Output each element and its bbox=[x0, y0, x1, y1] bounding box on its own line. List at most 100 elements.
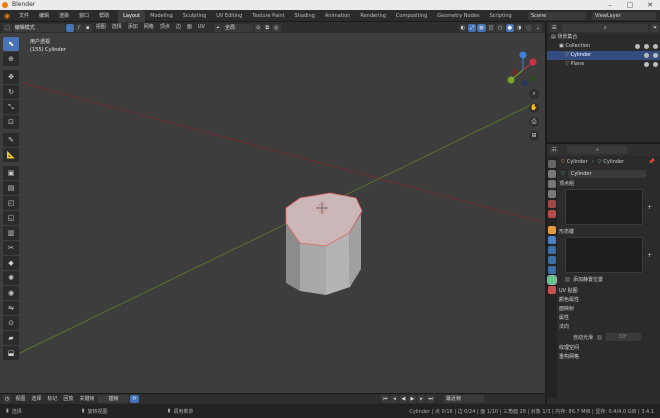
add-cube-tool-icon[interactable]: ▣ bbox=[3, 166, 19, 180]
mode-selector[interactable]: 编辑模式 bbox=[12, 23, 65, 32]
knife-tool-icon[interactable]: ✂ bbox=[3, 241, 19, 255]
constraints-tab-icon[interactable] bbox=[548, 266, 556, 274]
jump-start-icon[interactable]: ⏮ bbox=[380, 395, 390, 403]
zoom-icon[interactable]: ⌕ bbox=[529, 89, 539, 99]
tab-layout[interactable]: Layout bbox=[118, 9, 146, 22]
auto-smooth-angle-field[interactable]: 30° bbox=[605, 333, 642, 341]
show-gizmo-icon[interactable]: ⤢ bbox=[468, 23, 477, 32]
outliner-scene-collection[interactable]: ▤ 场景集合 bbox=[547, 33, 660, 42]
tab-rendering[interactable]: Rendering bbox=[355, 10, 391, 22]
section-texture-space[interactable]: 纹理空间 bbox=[547, 344, 660, 353]
tab-scripting[interactable]: Scripting bbox=[484, 10, 516, 22]
data-name-field[interactable]: Cylinder bbox=[567, 170, 646, 178]
show-overlays-icon[interactable]: ◍ bbox=[477, 23, 486, 32]
shading-solid-icon[interactable]: ● bbox=[505, 23, 515, 32]
smooth-tool-icon[interactable]: ◉ bbox=[3, 286, 19, 300]
inset-tool-icon[interactable]: ◰ bbox=[3, 196, 19, 210]
checkbox-icon[interactable] bbox=[565, 277, 570, 282]
physics-tab-icon[interactable] bbox=[548, 256, 556, 264]
minimize-icon[interactable]: – bbox=[600, 0, 620, 10]
move-tool-icon[interactable]: ✥ bbox=[3, 70, 19, 84]
menu-edge[interactable]: 边 bbox=[173, 22, 184, 33]
menu-file[interactable]: 文件 bbox=[14, 10, 34, 22]
spin-tool-icon[interactable]: ✺ bbox=[3, 271, 19, 285]
pan-hand-icon[interactable]: ✋ bbox=[529, 103, 539, 113]
face-select-icon[interactable]: ▪ bbox=[83, 23, 92, 32]
menu-add[interactable]: 添加 bbox=[125, 22, 141, 33]
timeline-menu-select[interactable]: 选择 bbox=[28, 394, 44, 405]
scale-tool-icon[interactable]: ⤡ bbox=[3, 100, 19, 114]
material-tab-icon[interactable] bbox=[548, 286, 556, 294]
rip-region-tool-icon[interactable]: ⬓ bbox=[3, 346, 19, 360]
eye-icon[interactable] bbox=[644, 44, 649, 49]
world-tab-icon[interactable] bbox=[548, 210, 556, 218]
section-uv-maps[interactable]: UV 贴图 bbox=[547, 287, 660, 296]
transform-tool-icon[interactable]: ⊡ bbox=[3, 115, 19, 129]
outliner-row-cylinder[interactable]: ▽ Cylinder bbox=[547, 51, 660, 60]
object-tab-icon[interactable] bbox=[548, 226, 556, 234]
play-reverse-icon[interactable]: ◀ bbox=[399, 395, 408, 403]
snap-icon[interactable]: ⧉ bbox=[263, 23, 272, 32]
edge-slide-tool-icon[interactable]: ⇋ bbox=[3, 301, 19, 315]
mesh-data-tab-icon[interactable] bbox=[547, 275, 557, 285]
outliner-row-collection[interactable]: ▣ Collection bbox=[547, 42, 660, 51]
timeline-menu-marker[interactable]: 标记 bbox=[44, 394, 60, 405]
poly-build-tool-icon[interactable]: ◆ bbox=[3, 256, 19, 270]
orientation-selector[interactable]: 全局 bbox=[222, 23, 253, 32]
menu-view[interactable]: 视图 bbox=[93, 22, 109, 33]
tab-uv-editing[interactable]: UV Editing bbox=[211, 10, 247, 22]
camera-render-icon[interactable] bbox=[653, 53, 658, 58]
filter-icon[interactable]: ⏷ bbox=[650, 23, 659, 32]
menu-edit[interactable]: 编辑 bbox=[34, 10, 54, 22]
tab-animation[interactable]: Animation bbox=[320, 10, 356, 22]
next-key-icon[interactable]: ▸ bbox=[417, 395, 426, 403]
menu-help[interactable]: 帮助 bbox=[94, 10, 114, 22]
edge-select-icon[interactable]: / bbox=[74, 23, 83, 32]
properties-search[interactable]: ⌕ bbox=[567, 146, 628, 154]
outliner-editor-icon[interactable]: ☰ bbox=[550, 23, 559, 32]
outliner-search[interactable]: ⌕ bbox=[562, 23, 648, 32]
scene-tab-icon[interactable] bbox=[548, 200, 556, 208]
section-remesh[interactable]: 重构网格 bbox=[547, 353, 660, 362]
timeline-menu-view[interactable]: 视图 bbox=[12, 394, 28, 405]
pivot-icon[interactable]: ⊙ bbox=[253, 23, 263, 32]
menu-vertex[interactable]: 顶点 bbox=[157, 22, 173, 33]
menu-uv[interactable]: UV bbox=[195, 22, 208, 33]
tool-tab-icon[interactable] bbox=[548, 160, 556, 168]
camera-render-icon[interactable] bbox=[653, 44, 658, 49]
checkbox-icon[interactable] bbox=[635, 44, 640, 49]
eye-icon[interactable] bbox=[644, 62, 649, 67]
shrink-fatten-tool-icon[interactable]: ⊙ bbox=[3, 316, 19, 330]
3d-viewport[interactable]: ⌕ ✋ ⎙ ⊞ bbox=[0, 33, 545, 393]
eye-icon[interactable] bbox=[644, 53, 649, 58]
shading-wireframe-icon[interactable]: ○ bbox=[496, 23, 505, 32]
shading-options-icon[interactable]: ⌄ bbox=[533, 23, 542, 32]
section-shape-keys[interactable]: 形态键 bbox=[547, 227, 660, 237]
particles-tab-icon[interactable] bbox=[548, 246, 556, 254]
checkbox-icon[interactable] bbox=[597, 334, 603, 340]
vertex-select-icon[interactable]: · bbox=[65, 23, 74, 32]
camera-render-icon[interactable] bbox=[653, 62, 658, 67]
bevel-tool-icon[interactable]: ◱ bbox=[3, 211, 19, 225]
keying-button[interactable]: 插帧 bbox=[97, 395, 130, 403]
loop-cut-tool-icon[interactable]: ▥ bbox=[3, 226, 19, 240]
render-tab-icon[interactable] bbox=[548, 170, 556, 178]
section-vertex-groups[interactable]: 顶点组 bbox=[547, 179, 660, 189]
scene-selector[interactable]: Scene bbox=[528, 11, 586, 20]
frame-mode-selector[interactable]: 最近帧 bbox=[444, 395, 484, 403]
section-normals[interactable]: 法向 bbox=[547, 322, 660, 332]
extrude-tool-icon[interactable]: ▤ bbox=[3, 181, 19, 195]
tab-compositing[interactable]: Compositing bbox=[391, 10, 432, 22]
timeline-menu-keyframe[interactable]: 关键帧 bbox=[76, 394, 97, 405]
timeline-editor-icon[interactable]: ◷ bbox=[3, 395, 12, 403]
play-icon[interactable]: ▶ bbox=[408, 395, 417, 403]
perspective-grid-icon[interactable]: ⊞ bbox=[529, 131, 539, 141]
view-layer-selector[interactable]: ViewLayer bbox=[592, 11, 656, 20]
output-tab-icon[interactable] bbox=[548, 180, 556, 188]
navigation-gizmo[interactable] bbox=[503, 50, 543, 90]
modifier-tab-icon[interactable] bbox=[548, 236, 556, 244]
menu-window[interactable]: 窗口 bbox=[74, 10, 94, 22]
view-layer-tab-icon[interactable] bbox=[548, 190, 556, 198]
xray-icon[interactable]: ◫ bbox=[486, 23, 496, 32]
section-face-maps[interactable]: 面映射 bbox=[547, 305, 660, 314]
